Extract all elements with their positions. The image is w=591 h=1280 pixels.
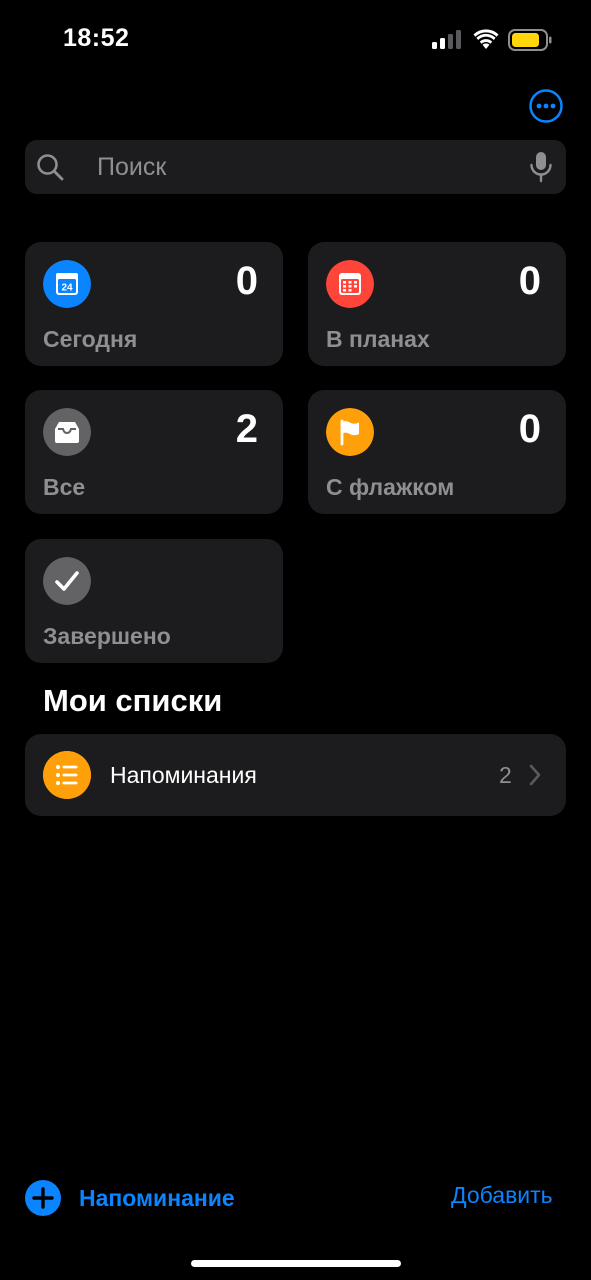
status-time: 18:52 <box>63 24 130 52</box>
plus-circle-icon <box>25 1180 61 1216</box>
wifi-icon <box>473 29 499 49</box>
tray-icon <box>43 408 91 456</box>
scheduled-count: 0 <box>518 259 541 303</box>
all-label: Все <box>43 474 86 500</box>
home-indicator[interactable] <box>191 1260 401 1267</box>
all-count: 2 <box>235 407 258 451</box>
flagged-count: 0 <box>518 407 541 451</box>
smart-list-today[interactable]: 24 0 Сегодня <box>25 242 283 366</box>
smart-list-flagged[interactable]: 0 С флажком <box>308 390 566 514</box>
smart-list-scheduled[interactable]: 0 В планах <box>308 242 566 366</box>
microphone-icon[interactable] <box>528 151 554 183</box>
list-count: 2 <box>499 762 512 788</box>
svg-text:24: 24 <box>61 283 73 294</box>
scheduled-label: В планах <box>326 326 430 352</box>
flag-icon <box>326 408 374 456</box>
cellular-signal-icon <box>432 30 461 49</box>
new-reminder-button[interactable]: Напоминание <box>25 1178 235 1218</box>
today-count: 0 <box>235 259 258 303</box>
calendar-today-icon: 24 <box>43 260 91 308</box>
list-bullet-icon <box>43 751 91 799</box>
chevron-right-icon <box>529 764 541 786</box>
search-placeholder: Поиск <box>97 153 167 181</box>
smart-list-all[interactable]: 2 Все <box>25 390 283 514</box>
list-item-reminders[interactable]: Напоминания 2 <box>25 734 566 816</box>
calendar-icon <box>326 260 374 308</box>
checkmark-icon <box>43 557 91 605</box>
smart-list-completed[interactable]: Завершено <box>25 539 283 663</box>
battery-icon <box>508 29 552 51</box>
today-label: Сегодня <box>43 326 138 352</box>
ellipsis-circle-icon[interactable] <box>529 89 563 123</box>
flagged-label: С флажком <box>326 474 455 500</box>
list-name: Напоминания <box>110 762 257 788</box>
add-list-button[interactable]: Добавить <box>451 1182 553 1209</box>
completed-label: Завершено <box>43 623 171 649</box>
new-reminder-label: Напоминание <box>79 1184 235 1211</box>
magnifying-glass-icon <box>37 154 64 181</box>
my-lists-title: Мои списки <box>43 683 223 718</box>
search-field[interactable]: Поиск <box>25 140 566 194</box>
